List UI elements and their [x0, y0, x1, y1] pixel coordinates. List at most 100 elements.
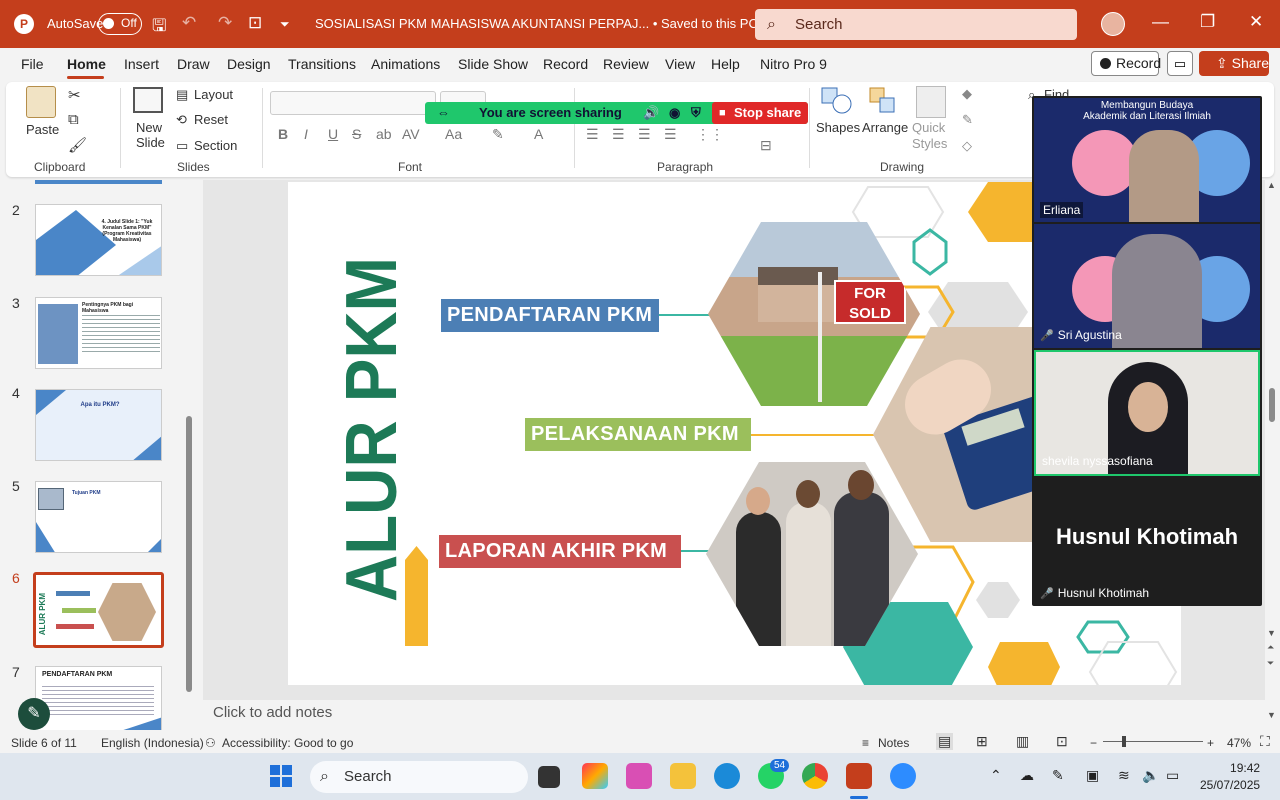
tab-insert[interactable]: Insert	[124, 56, 159, 72]
edge-icon[interactable]	[714, 763, 740, 789]
new-slide-button[interactable]: New Slide	[136, 120, 165, 150]
slide-thumbnail-1-partial[interactable]	[35, 180, 162, 184]
arrange-button[interactable]: Arrange	[862, 120, 908, 135]
volume-icon[interactable]: 🔈	[1142, 767, 1159, 784]
tab-slide-show[interactable]: Slide Show	[458, 56, 528, 72]
tab-file[interactable]: File	[21, 56, 44, 72]
thumbnail-scrollbar[interactable]	[186, 416, 192, 692]
italic-icon[interactable]: I	[304, 126, 308, 142]
share-button[interactable]: ⇪ Share	[1199, 51, 1269, 76]
copy-icon[interactable]: ⧉	[68, 111, 79, 128]
close-icon[interactable]: ✕	[1249, 12, 1263, 32]
tab-transitions[interactable]: Transitions	[288, 56, 356, 72]
comments-icon[interactable]: ▭	[1167, 51, 1193, 76]
onedrive-icon[interactable]: ☁	[1020, 767, 1034, 784]
participant-tile-erliana[interactable]: Membangun Budaya Akademik dan Literasi I…	[1034, 98, 1260, 222]
tab-home[interactable]: Home	[67, 56, 106, 72]
security-shield-icon[interactable]: ⛨	[691, 102, 701, 124]
layout-button[interactable]: Layout	[194, 87, 233, 102]
arrange-icon[interactable]	[868, 86, 900, 116]
tab-view[interactable]: View	[665, 56, 695, 72]
present-icon[interactable]: ⊡	[248, 13, 262, 33]
accessibility-status[interactable]: Accessibility: Good to go	[222, 736, 353, 750]
tab-record[interactable]: Record	[543, 56, 588, 72]
shadow-icon[interactable]: ab	[376, 126, 392, 142]
format-painter-icon[interactable]: 🖌	[68, 136, 87, 154]
battery-icon[interactable]: ▭	[1166, 767, 1179, 784]
align-center-icon[interactable]: ☰	[612, 126, 625, 143]
windows-start-icon[interactable]	[270, 765, 292, 792]
justify-icon[interactable]: ☰	[664, 126, 677, 143]
participant-tile-husnul[interactable]: Husnul Khotimah Husnul Khotimah	[1034, 478, 1260, 606]
document-title[interactable]: SOSIALISASI PKM MAHASISWA AKUNTANSI PERP…	[315, 16, 772, 32]
pen-tray-icon[interactable]: ✎	[1052, 767, 1064, 784]
tab-help[interactable]: Help	[711, 56, 740, 72]
maximize-icon[interactable]: ❐	[1200, 12, 1215, 32]
task-view-icon[interactable]	[538, 766, 560, 788]
clock[interactable]: 19:42 25/07/2025	[1200, 760, 1260, 794]
font-color-icon[interactable]: A	[534, 126, 543, 142]
quick-styles-icon[interactable]	[916, 86, 946, 118]
file-explorer-icon[interactable]	[670, 763, 696, 789]
paste-icon[interactable]	[26, 86, 56, 118]
slide-thumbnail-4[interactable]: Apa itu PKM?	[35, 389, 162, 461]
zoom-app-icon[interactable]	[890, 763, 916, 789]
columns-icon[interactable]: ⋮⋮	[696, 126, 724, 143]
shape-outline-icon[interactable]: ✎	[962, 112, 973, 128]
search-box[interactable]: ⌕ Search	[755, 9, 1077, 40]
undo-icon[interactable]: ↶	[182, 13, 196, 33]
canvas-vertical-scrollbar[interactable]: ▲ ▼ ⏶ ⏷ ▼	[1266, 180, 1278, 720]
char-spacing-icon[interactable]: AV	[402, 126, 420, 142]
align-text-icon[interactable]: ⊟	[760, 137, 772, 154]
screen-icon[interactable]: ▣	[1086, 767, 1099, 784]
align-right-icon[interactable]: ☰	[638, 126, 651, 143]
minimize-icon[interactable]: —	[1152, 12, 1169, 32]
zoom-slider[interactable]	[1103, 741, 1203, 742]
font-name-combobox[interactable]	[270, 91, 436, 115]
participant-tile-shevila[interactable]: shevila nyssasofiana	[1034, 350, 1260, 476]
participant-tile-sri-agustina[interactable]: Sri Agustina	[1034, 224, 1260, 348]
section-button[interactable]: Section	[194, 138, 237, 153]
copilot-icon[interactable]	[582, 763, 608, 789]
shape-effects-icon[interactable]: ◇	[962, 138, 972, 154]
slide-thumbnail-3[interactable]: Pentingnya PKM bagi Mahasiswa	[35, 297, 162, 369]
save-icon[interactable]: 🖫	[152, 13, 166, 42]
zoom-in-icon[interactable]: +	[1207, 736, 1214, 750]
tab-design[interactable]: Design	[227, 56, 271, 72]
slide-sorter-icon[interactable]: ⊞	[976, 733, 988, 750]
shape-fill-icon[interactable]: ◆	[962, 86, 972, 102]
strikethrough-icon[interactable]: S	[352, 126, 361, 142]
fit-to-window-icon[interactable]: ⛶	[1260, 733, 1270, 750]
slide-thumbnail-5[interactable]: Tujuan PKM	[35, 481, 162, 553]
stop-share-button[interactable]: ■ Stop share	[712, 102, 808, 124]
quick-styles-button[interactable]: Quick Styles	[912, 120, 947, 152]
shapes-icon[interactable]	[820, 86, 852, 116]
slideshow-view-icon[interactable]: ⊡	[1056, 733, 1068, 750]
shapes-button[interactable]: Shapes	[816, 120, 860, 135]
align-left-icon[interactable]: ☰	[586, 126, 599, 143]
account-avatar[interactable]	[1101, 12, 1125, 36]
highlight-icon[interactable]: ✎	[492, 126, 504, 143]
zoom-slider-thumb[interactable]	[1122, 736, 1126, 747]
notes-placeholder[interactable]: Click to add notes	[213, 704, 332, 721]
tab-nitro[interactable]: Nitro Pro 9	[760, 56, 827, 72]
wifi-icon[interactable]: ≋	[1118, 767, 1130, 784]
record-button[interactable]: Record	[1091, 51, 1161, 76]
pause-share-icon[interactable]: ◉	[669, 102, 680, 124]
audio-icon[interactable]: 🔊	[643, 102, 659, 124]
language-indicator[interactable]: English (Indonesia)	[101, 736, 204, 750]
underline-icon[interactable]: U	[328, 126, 338, 142]
redo-icon[interactable]: ↷	[218, 13, 232, 33]
paste-button[interactable]: Paste	[26, 122, 59, 137]
tab-review[interactable]: Review	[603, 56, 649, 72]
normal-view-icon[interactable]: ▤	[936, 733, 954, 750]
autosave-toggle[interactable]: Off	[98, 13, 142, 35]
pen-icon[interactable]: ✎	[18, 698, 50, 730]
zoom-level[interactable]: 47%	[1227, 736, 1251, 750]
cut-icon[interactable]: ✂	[68, 86, 81, 104]
zoom-out-icon[interactable]: −	[1090, 736, 1097, 750]
taskbar-search[interactable]: ⌕ Search	[310, 761, 528, 793]
notes-button[interactable]: Notes	[878, 736, 909, 750]
slide-thumbnail-6-selected[interactable]: ALUR PKM	[33, 572, 164, 648]
reset-button[interactable]: Reset	[194, 112, 228, 127]
